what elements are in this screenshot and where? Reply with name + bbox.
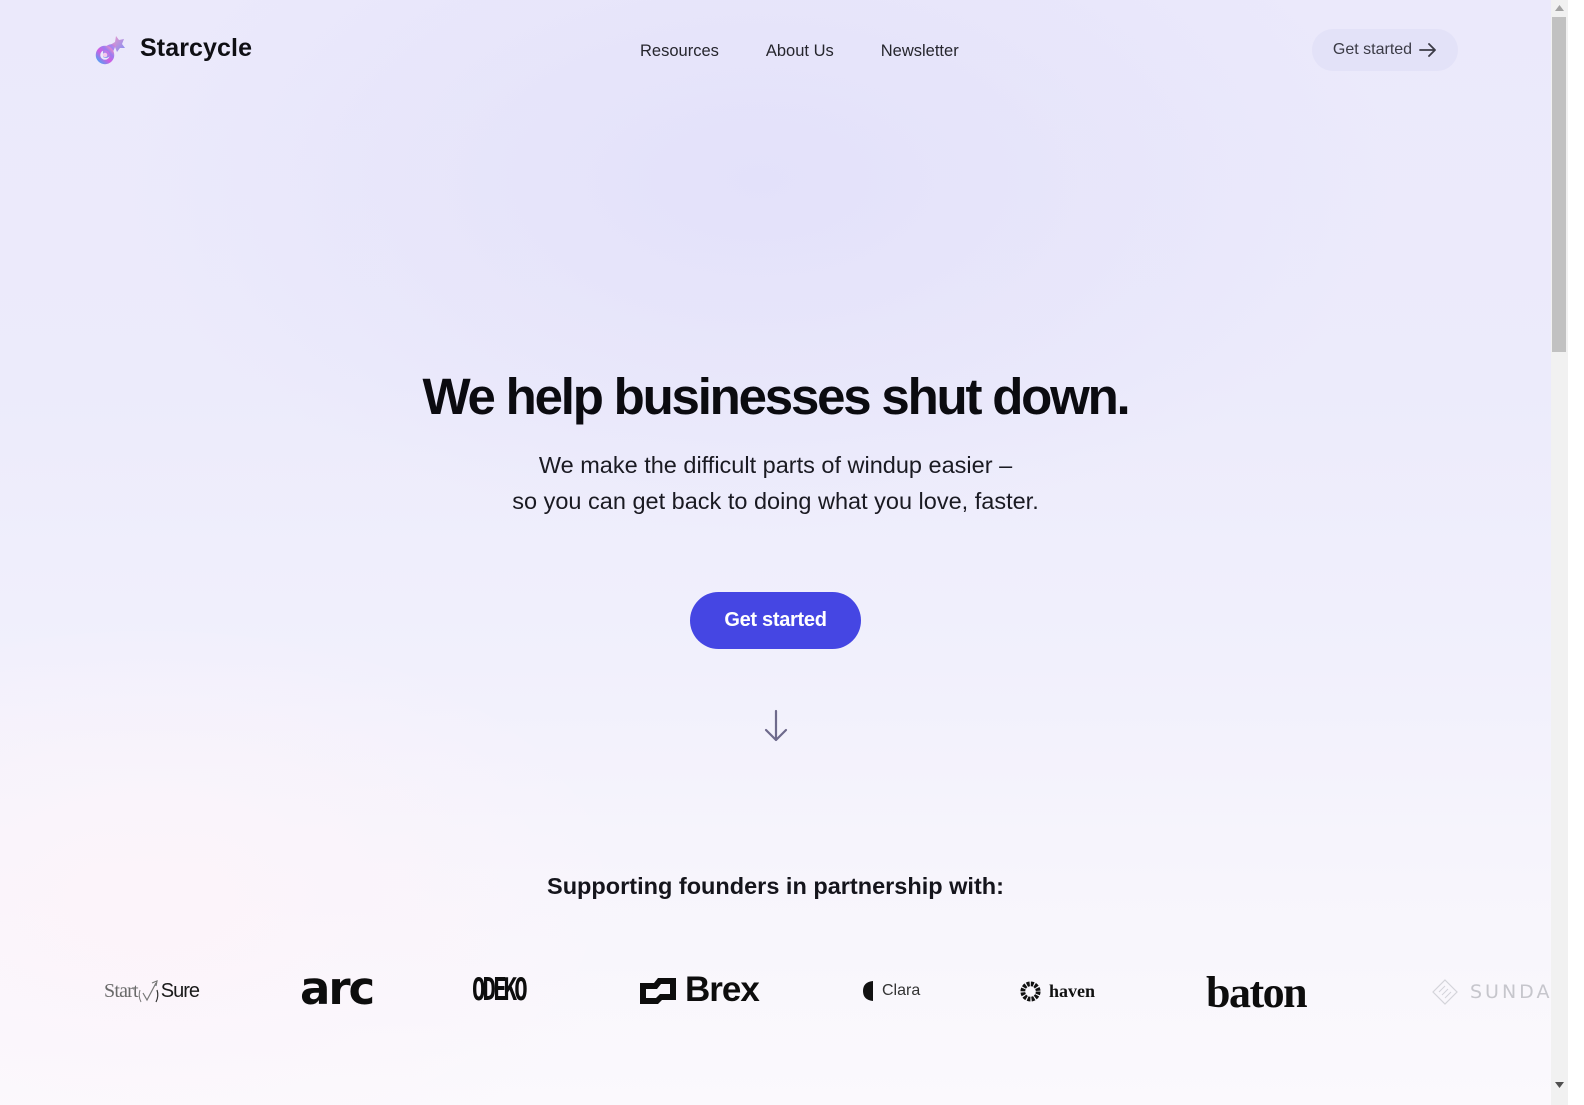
partner-logo-sunday: SUNDA (1432, 979, 1551, 1005)
brand-logo-link[interactable]: Starcycle (94, 30, 252, 66)
nav-item-resources[interactable]: Resources (640, 40, 719, 62)
arrow-down-icon[interactable] (763, 709, 789, 743)
clara-text: Clara (882, 982, 921, 999)
hero-subtitle-line-2: so you can get back to doing what you lo… (512, 488, 1039, 514)
scroll-down-button[interactable] (1551, 1077, 1568, 1093)
brex-mark-icon (640, 977, 676, 1004)
page: Starcycle Resources About Us Newsletter … (0, 0, 1551, 1105)
haven-text: haven (1049, 981, 1096, 1001)
hero-subtitle: We make the difficult parts of windup ea… (0, 447, 1551, 519)
hero-title: We help businesses shut down. (422, 368, 1130, 425)
header-get-started-label: Get started (1332, 41, 1413, 58)
window-edge (1568, 0, 1584, 1105)
startsure-text-sure: Sure (160, 979, 200, 1002)
partner-logo-haven: haven (1019, 979, 1095, 1003)
partners-title: Supporting founders in partnership with: (547, 873, 1004, 899)
sunday-text: SUNDA (1470, 981, 1551, 1003)
brex-text: Brex (685, 970, 760, 1009)
partner-logo-brex: Brex (638, 970, 760, 1010)
diamond-icon (1432, 979, 1458, 1005)
header-get-started-button[interactable]: Get started (1312, 29, 1458, 71)
partner-logo-clara: Clara (861, 979, 920, 1003)
nav-item-about-us[interactable]: About Us (766, 40, 834, 62)
main-nav: Resources About Us Newsletter (640, 40, 959, 62)
nav-item-newsletter[interactable]: Newsletter (881, 40, 959, 62)
triangle-down-icon (1555, 1082, 1564, 1088)
scroll-up-button[interactable] (1551, 0, 1568, 16)
hero-subtitle-line-1: We make the difficult parts of windup ea… (538, 452, 1013, 478)
partner-logo-odeko: ODEKO (472, 972, 528, 1008)
flower-ring-icon (1020, 980, 1041, 1002)
starcycle-logo-icon (95, 36, 125, 65)
startsure-text-start: Start (104, 979, 139, 1002)
hero-get-started-button[interactable]: Get started (690, 592, 861, 649)
checkmark-arrow-icon (138, 980, 159, 1003)
arrow-right-icon (1419, 43, 1436, 57)
half-moon-icon (863, 981, 873, 1001)
site-header: Starcycle Resources About Us Newsletter … (0, 0, 1551, 100)
partner-logo-arc: arc (300, 962, 375, 1015)
vertical-scrollbar[interactable] (1551, 0, 1568, 1105)
partner-logo-baton: baton (1206, 968, 1308, 1017)
brand-name: Starcycle (140, 33, 253, 62)
partner-logo-startsure: Start Sure (104, 978, 200, 1004)
scrollbar-thumb[interactable] (1552, 17, 1566, 352)
triangle-up-icon (1555, 5, 1564, 11)
